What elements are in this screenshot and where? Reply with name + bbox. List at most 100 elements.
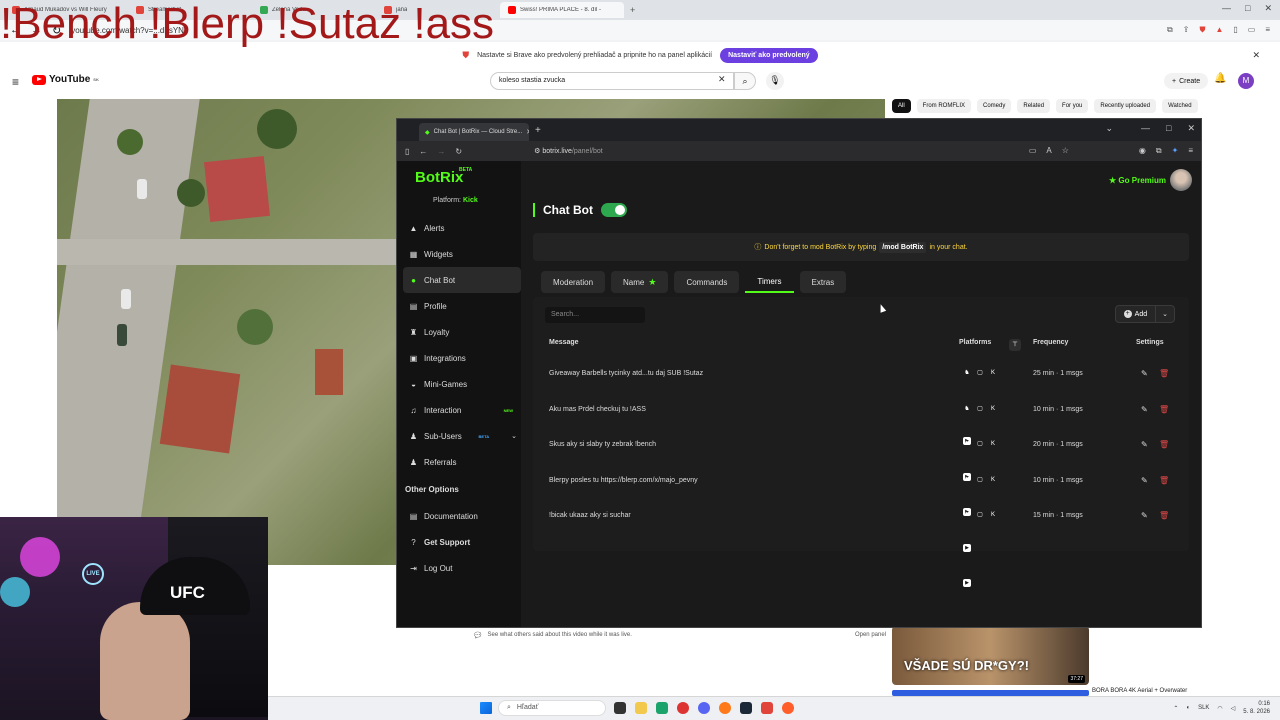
botrix-logo[interactable]: BotRix BETA bbox=[415, 167, 472, 186]
share-icon[interactable]: ⇪ bbox=[1183, 25, 1190, 35]
forward-icon[interactable]: → bbox=[437, 147, 445, 156]
tab-name[interactable]: Name ★ bbox=[611, 271, 669, 293]
maximize-icon[interactable]: □ bbox=[1166, 123, 1171, 134]
sidebar-icon[interactable]: ▯ bbox=[1233, 25, 1237, 35]
outer-tab[interactable]: Arnaud Mukadov vs Will Fleury bbox=[4, 2, 128, 18]
chat-bot-toggle[interactable] bbox=[601, 203, 627, 217]
sidebar-toggle-icon[interactable]: ▯ bbox=[405, 147, 409, 156]
edit-pencil-icon[interactable]: ✎ bbox=[1141, 369, 1148, 378]
reader-icon[interactable]: ▭ bbox=[1029, 146, 1037, 156]
new-tab-button[interactable]: + bbox=[624, 5, 641, 15]
windows-start-icon[interactable] bbox=[480, 702, 492, 714]
sidebar-item-chat-bot[interactable]: ● Chat Bot bbox=[403, 267, 521, 293]
chip-watched[interactable]: Watched bbox=[1162, 99, 1198, 113]
brave-icon[interactable] bbox=[761, 702, 773, 714]
chip-from-romflix[interactable]: From ROMFLIX bbox=[916, 99, 972, 113]
volume-icon[interactable]: ◁ bbox=[1231, 705, 1236, 712]
set-default-button[interactable]: Nastaviť ako predvolený bbox=[720, 47, 818, 63]
trash-icon[interactable]: 🗑 bbox=[1159, 405, 1169, 414]
search-input[interactable]: Search... bbox=[545, 307, 645, 323]
new-tab-button[interactable]: + bbox=[535, 125, 541, 136]
avatar[interactable]: M bbox=[1238, 73, 1254, 89]
chevron-down-icon[interactable]: ⌄ bbox=[1105, 123, 1113, 134]
extensions-icon[interactable]: ⧉ bbox=[1156, 146, 1162, 156]
sidebar-item-profile[interactable]: ▤ Profile bbox=[403, 293, 521, 319]
trash-icon[interactable]: 🗑 bbox=[1159, 511, 1169, 520]
sidebar-item-log-out[interactable]: ⇥ Log Out bbox=[403, 555, 521, 581]
edge-icon[interactable] bbox=[656, 702, 668, 714]
edit-pencil-icon[interactable]: ✎ bbox=[1141, 476, 1148, 485]
back-icon[interactable]: ← bbox=[10, 24, 21, 36]
sidebar-item-get-support[interactable]: ? Get Support bbox=[403, 529, 521, 555]
minimize-icon[interactable]: — bbox=[1222, 3, 1231, 14]
brave-shield-icon[interactable]: ⛊ bbox=[1199, 25, 1205, 35]
create-button[interactable]: + Create bbox=[1164, 73, 1209, 89]
reload-icon[interactable]: ↻ bbox=[455, 147, 462, 156]
taskbar-search[interactable]: ⌕ Hľadať bbox=[498, 700, 606, 716]
voice-search-button[interactable]: 🎙 bbox=[766, 72, 784, 90]
outer-url-field[interactable]: youtube.com/watch?v=...dbsYN bbox=[71, 26, 184, 35]
tab-commands[interactable]: Commands bbox=[674, 271, 740, 293]
maximize-icon[interactable]: □ bbox=[1245, 3, 1250, 14]
botrix-extension-icon[interactable]: ✦ bbox=[1172, 146, 1179, 156]
translate-icon[interactable]: A bbox=[1046, 146, 1051, 156]
related-video-title[interactable]: BORA BORA 4K Aerial + Overwater bbox=[1092, 688, 1187, 694]
task-view-icon[interactable] bbox=[614, 702, 626, 714]
sidebar-item-referrals[interactable]: ♟ Referrals bbox=[403, 449, 521, 475]
chip-comedy[interactable]: Comedy bbox=[977, 99, 1012, 113]
chip-recently-uploaded[interactable]: Recently uploaded bbox=[1094, 99, 1157, 113]
tray-app-icon[interactable]: ◐ bbox=[1186, 705, 1190, 711]
minimize-icon[interactable]: — bbox=[1141, 123, 1150, 134]
search-button[interactable]: ⌕ bbox=[734, 72, 756, 90]
open-panel-button[interactable]: Open panel bbox=[855, 632, 886, 638]
go-premium-link[interactable]: ★ Go Premium bbox=[1109, 176, 1166, 185]
chip-for-you[interactable]: For you bbox=[1056, 99, 1089, 113]
sidebar-item-widgets[interactable]: ▦ Widgets bbox=[403, 241, 521, 267]
filter-icon[interactable]: ⊤ bbox=[1009, 339, 1021, 351]
youtube-logo[interactable]: YouTube SK bbox=[32, 74, 99, 85]
account-icon[interactable]: ◉ bbox=[1139, 146, 1146, 156]
sidebar-item-loyalty[interactable]: ♜ Loyalty bbox=[403, 319, 521, 345]
outer-tab[interactable]: jana bbox=[376, 2, 500, 18]
add-timer-button[interactable]: + Add bbox=[1116, 306, 1157, 322]
tab-extras[interactable]: Extras bbox=[799, 271, 847, 293]
close-icon[interactable]: ✕ bbox=[1187, 123, 1195, 134]
steam-icon[interactable] bbox=[740, 702, 752, 714]
related-video-thumbnail[interactable]: VŠADE SÚ DR*GY?! 37:27 bbox=[892, 626, 1089, 685]
bookmark-star-icon[interactable]: ☆ bbox=[1062, 146, 1069, 156]
close-icon[interactable]: ✕ bbox=[1264, 3, 1272, 14]
file-explorer-icon[interactable] bbox=[635, 702, 647, 714]
hamburger-menu-icon[interactable]: ≡ bbox=[12, 75, 19, 89]
close-icon[interactable]: ✕ bbox=[1252, 50, 1260, 61]
outer-tab-active[interactable]: Swiss! PRIMA PLACE - 8. díl - bbox=[500, 2, 624, 18]
sidebar-item-documentation[interactable]: ▤ Documentation bbox=[403, 503, 521, 529]
edit-pencil-icon[interactable]: ✎ bbox=[1141, 511, 1148, 520]
add-dropdown-button[interactable]: ⌄ bbox=[1156, 306, 1174, 322]
sidebar-item-interaction[interactable]: ♫ Interaction NEW bbox=[403, 397, 521, 423]
reload-icon[interactable]: ↻ bbox=[52, 24, 61, 37]
discord-icon[interactable] bbox=[698, 702, 710, 714]
edit-pencil-icon[interactable]: ✎ bbox=[1141, 405, 1148, 414]
chevron-up-icon[interactable]: ⌃ bbox=[1173, 705, 1178, 712]
notifications-bell-icon[interactable]: 🔔 bbox=[1214, 73, 1226, 84]
trash-icon[interactable]: 🗑 bbox=[1159, 369, 1169, 378]
youtube-search-input[interactable]: koleso stastia zvucka bbox=[490, 72, 734, 90]
app-icon[interactable] bbox=[677, 702, 689, 714]
language-indicator[interactable]: SLK bbox=[1198, 705, 1209, 711]
wallet-icon[interactable]: ▭ bbox=[1248, 25, 1256, 35]
sidebar-item-mini-games[interactable]: ◒ Mini-Games bbox=[403, 371, 521, 397]
chip-related[interactable]: Related bbox=[1017, 99, 1051, 113]
outer-tab[interactable]: Streamerbot bbox=[128, 2, 252, 18]
outer-tab[interactable]: Zelená Voda bbox=[252, 2, 376, 18]
back-icon[interactable]: ← bbox=[419, 147, 427, 156]
trash-icon[interactable]: 🗑 bbox=[1159, 476, 1169, 485]
translate-icon[interactable]: ⧉ bbox=[1167, 25, 1173, 35]
avatar[interactable] bbox=[1169, 169, 1192, 191]
forward-icon[interactable]: → bbox=[31, 24, 42, 36]
inner-tab-active[interactable]: ◆ Chat Bot | BotRix — Cloud Stre... ✕ bbox=[419, 123, 529, 141]
close-tab-icon[interactable]: ✕ bbox=[526, 128, 529, 136]
firefox-icon[interactable] bbox=[719, 702, 731, 714]
chip-all[interactable]: All bbox=[892, 99, 911, 113]
trash-icon[interactable]: 🗑 bbox=[1159, 440, 1169, 449]
rewards-icon[interactable]: ▲ bbox=[1215, 25, 1223, 35]
